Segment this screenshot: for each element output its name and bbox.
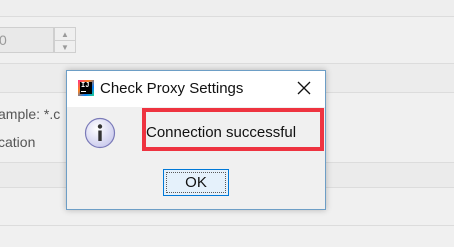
divider	[0, 16, 454, 17]
example-label: ample: *.c	[0, 106, 61, 122]
dialog-title: Check Proxy Settings	[100, 80, 244, 97]
ok-button[interactable]: OK	[163, 169, 229, 196]
intellij-app-icon: IJ	[78, 80, 94, 96]
port-spinner-buttons[interactable]: ▲ ▼	[54, 27, 76, 53]
location-label: cation	[0, 134, 36, 150]
dialog-message: Connection successful	[146, 124, 297, 141]
chevron-up-icon[interactable]: ▲	[55, 28, 75, 40]
divider	[0, 225, 454, 226]
background-row	[0, 0, 454, 16]
dialog-content: Connection successful OK	[67, 107, 325, 209]
check-proxy-dialog: IJ Check Proxy Settings Connection succe…	[66, 70, 326, 210]
chevron-down-icon[interactable]: ▼	[55, 40, 75, 53]
info-icon	[84, 117, 116, 149]
close-button[interactable]	[289, 74, 319, 102]
port-spinner-input[interactable]: 0	[0, 27, 54, 53]
close-icon	[297, 81, 311, 95]
dialog-titlebar[interactable]: IJ Check Proxy Settings	[67, 71, 325, 107]
